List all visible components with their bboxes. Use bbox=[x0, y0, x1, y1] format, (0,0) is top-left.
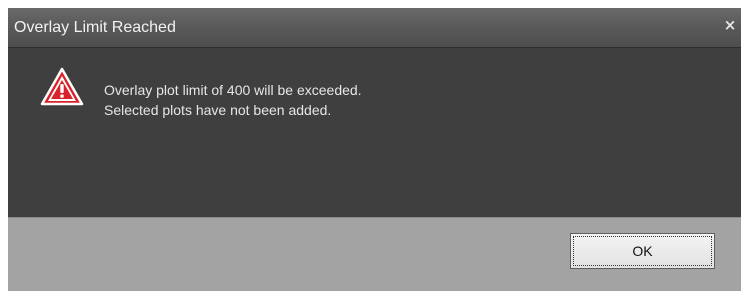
ok-button-label: OK bbox=[573, 236, 712, 266]
dialog-message: Overlay plot limit of 400 will be exceed… bbox=[104, 80, 362, 120]
overlay-limit-dialog: Overlay Limit Reached × Overlay plot lim… bbox=[8, 8, 741, 291]
dialog-footer: OK bbox=[8, 217, 741, 291]
dialog-body: Overlay plot limit of 400 will be exceed… bbox=[8, 48, 741, 217]
dialog-title: Overlay Limit Reached bbox=[14, 19, 176, 36]
message-line-2: Selected plots have not been added. bbox=[104, 102, 332, 118]
warning-triangle-icon bbox=[40, 67, 84, 106]
dialog-titlebar[interactable]: Overlay Limit Reached × bbox=[8, 8, 741, 48]
message-line-1: Overlay plot limit of 400 will be exceed… bbox=[104, 82, 362, 98]
ok-button[interactable]: OK bbox=[570, 233, 715, 269]
close-icon[interactable]: × bbox=[722, 16, 738, 34]
